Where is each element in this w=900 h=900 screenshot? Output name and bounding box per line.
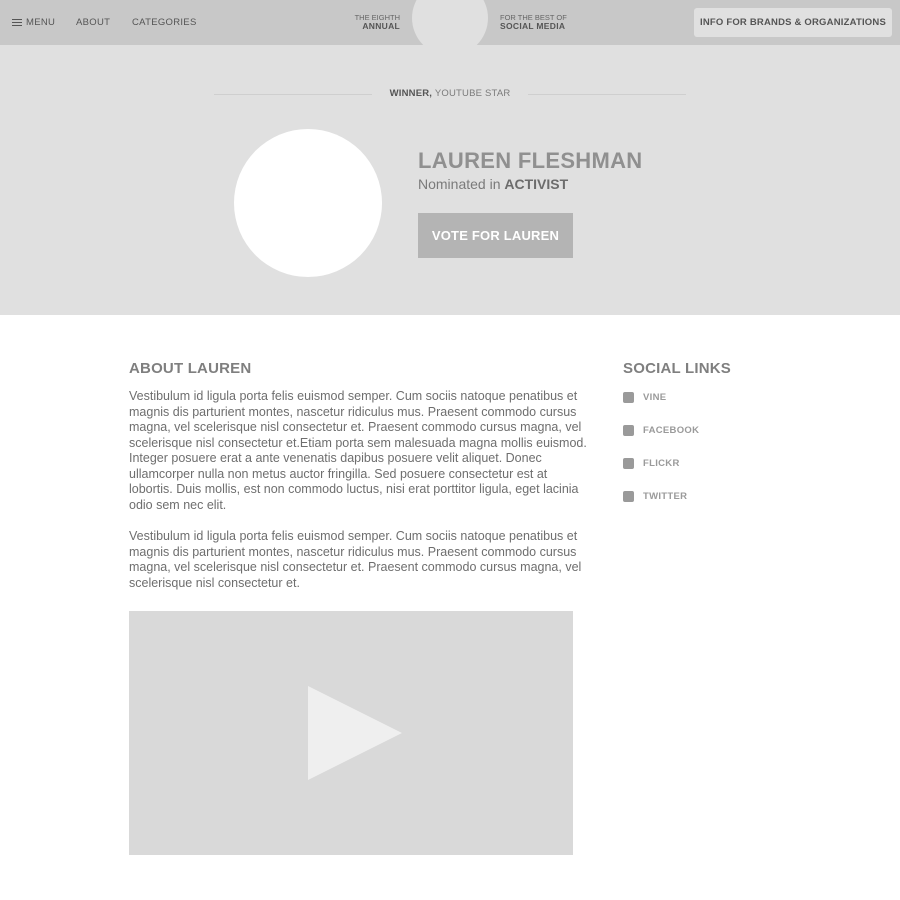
social-link-label: FLICKR: [643, 458, 680, 469]
flickr-icon: [623, 458, 634, 469]
menu-button[interactable]: MENU: [12, 17, 55, 28]
about-title: ABOUT LAUREN: [129, 360, 252, 377]
winner-label: WINNER, YOUTUBE STAR: [372, 88, 528, 99]
nav-about-link[interactable]: ABOUT: [76, 17, 110, 28]
nominee-hero: WINNER, YOUTUBE STAR LAUREN FLESHMAN Nom…: [0, 45, 900, 315]
nominated-category: ACTIVIST: [504, 176, 569, 192]
nominated-prefix: Nominated in: [418, 176, 505, 192]
play-icon[interactable]: [308, 686, 402, 780]
top-nav: MENU ABOUT CATEGORIES THE EIGHTH ANNUAL …: [0, 0, 900, 56]
brand-tagline-right: FOR THE BEST OF SOCIAL MEDIA: [500, 13, 590, 31]
hamburger-icon: [12, 18, 22, 27]
social-link-label: FACEBOOK: [643, 425, 700, 436]
facebook-icon: [623, 425, 634, 436]
social-link-twitter[interactable]: TWITTER: [623, 491, 687, 502]
vote-button[interactable]: VOTE FOR LAUREN: [418, 213, 573, 258]
about-paragraph-2: Vestibulum id ligula porta felis euismod…: [129, 529, 582, 590]
divider-left: [214, 94, 372, 95]
vine-icon: [623, 392, 634, 403]
social-link-flickr[interactable]: FLICKR: [623, 458, 680, 469]
nav-categories-link[interactable]: CATEGORIES: [132, 17, 197, 28]
nominee-name: LAUREN FLESHMAN: [418, 148, 643, 173]
brand-left-bottom: ANNUAL: [362, 21, 400, 31]
social-link-vine[interactable]: VINE: [623, 392, 666, 403]
info-brands-button[interactable]: INFO FOR BRANDS & ORGANIZATIONS: [694, 8, 892, 37]
social-link-facebook[interactable]: FACEBOOK: [623, 425, 699, 436]
nominee-category: Nominated in ACTIVIST: [418, 176, 568, 192]
twitter-icon: [623, 491, 634, 502]
nominee-avatar: [234, 129, 382, 277]
video-player[interactable]: [129, 611, 573, 855]
social-links-title: SOCIAL LINKS: [623, 360, 731, 377]
brand-right-bottom: SOCIAL MEDIA: [500, 21, 566, 31]
social-link-label: TWITTER: [643, 491, 688, 502]
brand-tagline-left: THE EIGHTH ANNUAL: [330, 13, 400, 31]
about-paragraph-1: Vestibulum id ligula porta felis euismod…: [129, 389, 587, 512]
menu-label: MENU: [26, 17, 56, 28]
social-link-label: VINE: [643, 392, 667, 403]
divider-right: [528, 94, 686, 95]
winner-category: YOUTUBE STAR: [432, 88, 511, 99]
winner-strong: WINNER,: [389, 88, 433, 99]
